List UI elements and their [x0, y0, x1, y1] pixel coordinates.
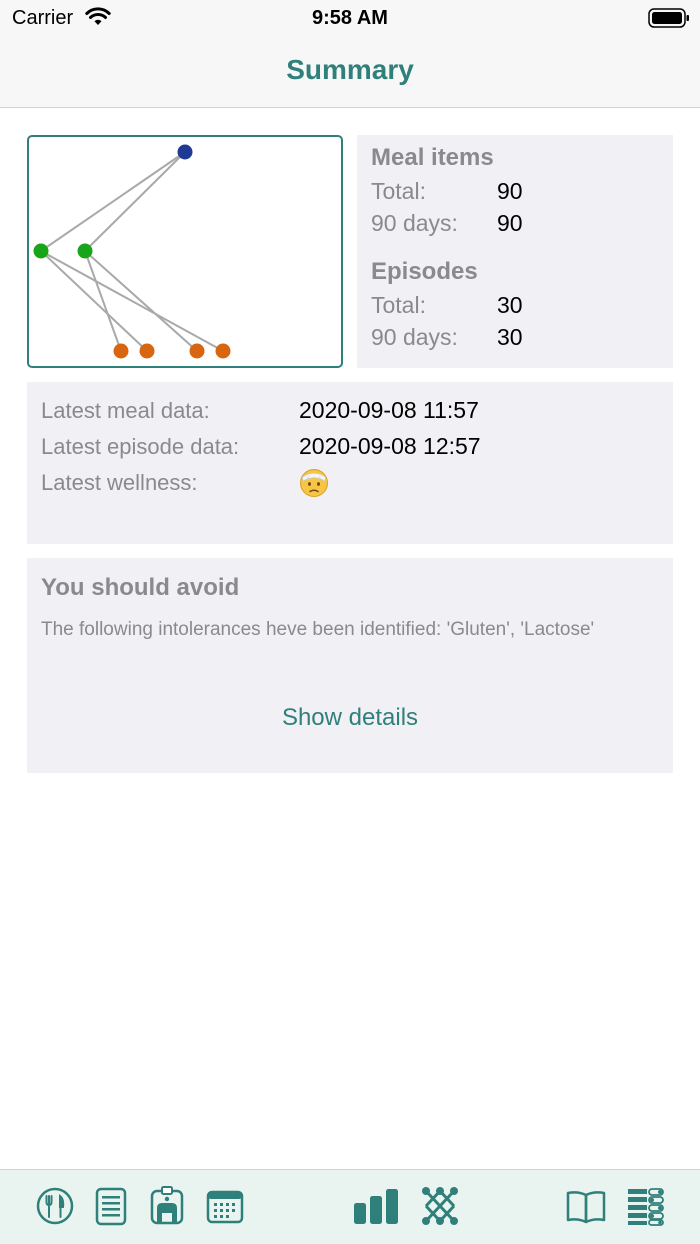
settings-list-icon	[628, 1188, 664, 1226]
graph-node-root	[177, 144, 193, 160]
episodes-90days-value: 30	[497, 324, 523, 350]
avoid-title: You should avoid	[41, 574, 240, 601]
toilet-icon	[150, 1186, 184, 1225]
episodes-90days-label: 90 days:	[371, 324, 458, 350]
latest-meal-label: Latest meal data:	[41, 398, 210, 423]
graph-node-middle	[33, 243, 49, 259]
page-title: Summary	[286, 54, 414, 85]
status-bar: Carrier 9:58 AM	[0, 0, 700, 36]
stats-card: Meal items Total: 90 90 days: 90 Episode…	[357, 135, 673, 368]
tab-network[interactable]	[420, 1186, 460, 1226]
graph-node-middle	[77, 243, 93, 259]
tab-bar	[0, 1169, 700, 1244]
intolerance-graph-card[interactable]	[27, 135, 343, 368]
meal-items-total-label: Total:	[371, 178, 426, 204]
bar-chart-icon	[354, 1189, 398, 1224]
show-details-button[interactable]: Show details	[27, 704, 673, 732]
tab-list[interactable]	[91, 1186, 131, 1226]
latest-episode-value: 2020-09-08 12:57	[299, 433, 481, 459]
tab-episodes[interactable]	[147, 1186, 187, 1226]
injured-face-icon	[300, 469, 328, 497]
meal-plate-icon	[36, 1187, 74, 1225]
meal-items-90days-value: 90	[497, 210, 523, 236]
intolerance-graph	[33, 144, 231, 359]
status-time: 9:58 AM	[312, 7, 388, 29]
graph-node-leaf	[113, 343, 129, 359]
graph-node-leaf	[215, 343, 231, 359]
list-icon	[95, 1187, 127, 1226]
avoid-card: You should avoid The following intoleran…	[27, 558, 673, 773]
graph-node-leaf	[139, 343, 155, 359]
book-icon	[566, 1191, 606, 1224]
meal-items-90days-label: 90 days:	[371, 210, 458, 236]
latest-meal-value: 2020-09-08 11:57	[299, 397, 479, 423]
graph-node-leaf	[189, 343, 205, 359]
episodes-total-value: 30	[497, 292, 523, 318]
tab-guide[interactable]	[566, 1186, 606, 1226]
tab-statistics[interactable]	[354, 1186, 400, 1226]
tab-settings[interactable]	[626, 1186, 666, 1226]
navigation-bar: Summary	[0, 36, 700, 108]
latest-data-card: Latest meal data: 2020-09-08 11:57 Lates…	[27, 382, 673, 544]
episodes-heading: Episodes	[371, 258, 478, 285]
latest-wellness-label: Latest wellness:	[41, 470, 198, 495]
avoid-description: The following intolerances heve been ide…	[41, 619, 595, 640]
meal-items-total-value: 90	[497, 178, 523, 204]
network-icon	[422, 1187, 458, 1225]
episodes-total-label: Total:	[371, 292, 426, 318]
latest-episode-label: Latest episode data:	[41, 434, 240, 459]
tab-meals[interactable]	[35, 1186, 75, 1226]
meal-items-heading: Meal items	[371, 144, 494, 171]
battery-icon	[648, 8, 689, 28]
calendar-icon	[206, 1190, 244, 1224]
tab-calendar[interactable]	[205, 1186, 245, 1226]
